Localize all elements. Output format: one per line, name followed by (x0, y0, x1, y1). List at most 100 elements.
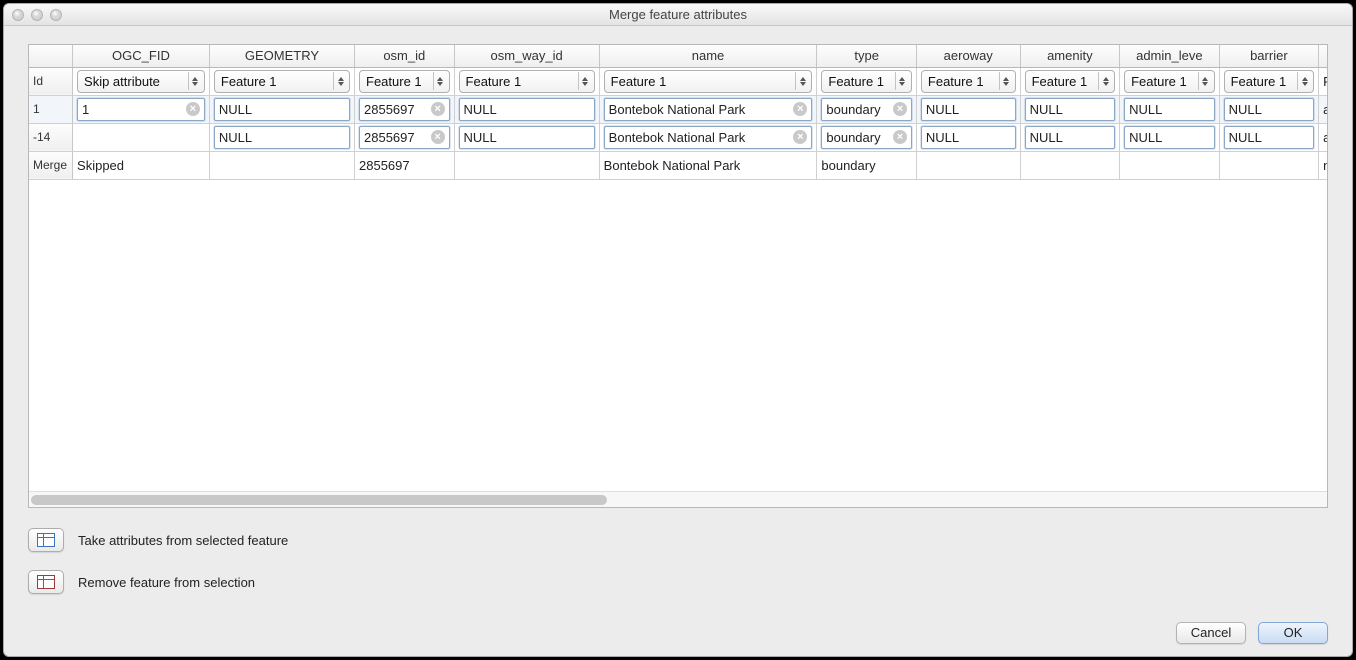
cell-amenity[interactable]: NULL (1025, 98, 1116, 121)
merge-cell-geometry (209, 151, 354, 179)
clear-icon[interactable] (793, 130, 807, 144)
col-header-ogc_fid[interactable]: OGC_FID (73, 45, 210, 67)
col-header-admin_leve[interactable]: admin_leve (1120, 45, 1220, 67)
row-header-merge: Merge (29, 151, 73, 179)
cell-osm_id[interactable]: 2855697 (359, 98, 450, 121)
table-row[interactable]: -14 NULL 2855697 NULL Bontebok National … (29, 123, 1327, 151)
cell-barrier-value: NULL (1229, 130, 1310, 145)
cell-type[interactable]: boundary (821, 98, 912, 121)
cell-geometry[interactable]: NULL (214, 126, 350, 149)
attribute-table-scroll[interactable]: OGC_FID GEOMETRY osm_id osm_way_id name … (29, 45, 1327, 491)
combo-admin_leve-label: Feature 1 (1131, 74, 1198, 89)
id-row: Id Skip attribute Feature 1 Feature 1 Fe… (29, 67, 1327, 95)
cell-amenity[interactable]: NULL (1025, 126, 1116, 149)
cell-aeroway[interactable]: NULL (921, 98, 1016, 121)
cell-osm_id[interactable]: 2855697 (359, 126, 450, 149)
clear-icon[interactable] (431, 102, 445, 116)
col-header-osm_id[interactable]: osm_id (355, 45, 455, 67)
cell-geometry-value: NULL (219, 130, 345, 145)
col-header-geometry[interactable]: GEOMETRY (209, 45, 354, 67)
zoom-icon[interactable] (50, 9, 62, 21)
combo-osm_id-label: Feature 1 (366, 74, 433, 89)
stepper-icon (188, 72, 202, 90)
row-header: -14 (29, 123, 73, 151)
merge-cell-name-value: Bontebok National Park (604, 158, 741, 173)
cell-barrier[interactable]: NULL (1224, 126, 1315, 149)
close-icon[interactable] (12, 9, 24, 21)
action-remove-row: Remove feature from selection (28, 570, 1328, 594)
clear-icon[interactable] (186, 102, 200, 116)
minimize-icon[interactable] (31, 9, 43, 21)
merge-cell-name: Bontebok National Park (599, 151, 817, 179)
take-attributes-button[interactable] (28, 528, 64, 552)
action-take-row: Take attributes from selected feature (28, 528, 1328, 552)
combo-osm_way_id-label: Feature 1 (466, 74, 578, 89)
combo-amenity-label: Feature 1 (1032, 74, 1099, 89)
ok-button[interactable]: OK (1258, 622, 1328, 644)
combo-admin_leve[interactable]: Feature 1 (1124, 70, 1215, 93)
cell-barrier[interactable]: NULL (1224, 98, 1315, 121)
cell-aeroway[interactable]: NULL (921, 126, 1016, 149)
cell-ogc_fid[interactable] (73, 123, 210, 151)
table-row[interactable]: 1 1 NULL 2855697 NULL Bontebok National … (29, 95, 1327, 123)
merge-cell-admin_leve (1120, 151, 1220, 179)
remove-feature-button[interactable] (28, 570, 64, 594)
combo-barrier[interactable]: Feature 1 (1224, 70, 1315, 93)
combo-geometry[interactable]: Feature 1 (214, 70, 350, 93)
col-header-barrier[interactable]: barrier (1219, 45, 1319, 67)
cell-osm_way_id-value: NULL (464, 102, 590, 117)
dialog-footer: Cancel OK (4, 608, 1352, 656)
stepper-icon (895, 72, 909, 90)
cell-extra-value: ation (1323, 130, 1327, 145)
combo-aeroway-label: Feature 1 (928, 74, 999, 89)
combo-barrier-label: Feature 1 (1231, 74, 1298, 89)
cell-type[interactable]: boundary (821, 126, 912, 149)
attribute-table: OGC_FID GEOMETRY osm_id osm_way_id name … (29, 45, 1327, 180)
merge-cell-barrier (1219, 151, 1319, 179)
cell-extra-value: Fea (1323, 74, 1327, 89)
stepper-icon (1297, 72, 1311, 90)
clear-icon[interactable] (893, 130, 907, 144)
horizontal-scrollbar[interactable] (29, 491, 1327, 507)
col-header-extra[interactable] (1319, 45, 1327, 67)
cell-ogc_fid-value: 1 (82, 102, 182, 117)
col-header-type[interactable]: type (817, 45, 917, 67)
combo-name[interactable]: Feature 1 (604, 70, 813, 93)
cell-geometry[interactable]: NULL (214, 98, 350, 121)
cell-extra-value: ation (1323, 102, 1327, 117)
clear-icon[interactable] (431, 130, 445, 144)
combo-osm_id[interactable]: Feature 1 (359, 70, 450, 93)
scrollbar-thumb[interactable] (31, 495, 607, 505)
content-area: OGC_FID GEOMETRY osm_id osm_way_id name … (4, 26, 1352, 608)
cell-name[interactable]: Bontebok National Park (604, 98, 813, 121)
combo-amenity[interactable]: Feature 1 (1025, 70, 1116, 93)
cell-admin_leve[interactable]: NULL (1124, 98, 1215, 121)
cell-admin_leve[interactable]: NULL (1124, 126, 1215, 149)
clear-icon[interactable] (893, 102, 907, 116)
clear-icon[interactable] (793, 102, 807, 116)
stepper-icon (1098, 72, 1112, 90)
col-header-osm_way_id[interactable]: osm_way_id (454, 45, 599, 67)
combo-osm_way_id[interactable]: Feature 1 (459, 70, 595, 93)
combo-ogc_fid[interactable]: Skip attribute (77, 70, 205, 93)
window-controls (4, 9, 62, 21)
cell-name-value: Bontebok National Park (609, 102, 790, 117)
attribute-table-wrap: OGC_FID GEOMETRY osm_id osm_way_id name … (28, 44, 1328, 508)
combo-aeroway[interactable]: Feature 1 (921, 70, 1016, 93)
cell-admin_leve-value: NULL (1129, 102, 1210, 117)
cell-type-value: boundary (826, 130, 889, 145)
cancel-button[interactable]: Cancel (1176, 622, 1246, 644)
merge-cell-ogc_fid-value: Skipped (77, 158, 124, 173)
cell-osm_way_id[interactable]: NULL (459, 126, 595, 149)
merge-cell-amenity (1020, 151, 1120, 179)
col-header-name[interactable]: name (599, 45, 817, 67)
cell-ogc_fid[interactable]: 1 (77, 98, 205, 121)
merge-cell-type: boundary (817, 151, 917, 179)
col-header-aeroway[interactable]: aeroway (916, 45, 1020, 67)
cell-extra: Fea (1319, 67, 1327, 95)
cell-osm_way_id[interactable]: NULL (459, 98, 595, 121)
merge-cell-extra-value: natio (1323, 158, 1327, 173)
combo-type[interactable]: Feature 1 (821, 70, 912, 93)
col-header-amenity[interactable]: amenity (1020, 45, 1120, 67)
cell-name[interactable]: Bontebok National Park (604, 126, 813, 149)
